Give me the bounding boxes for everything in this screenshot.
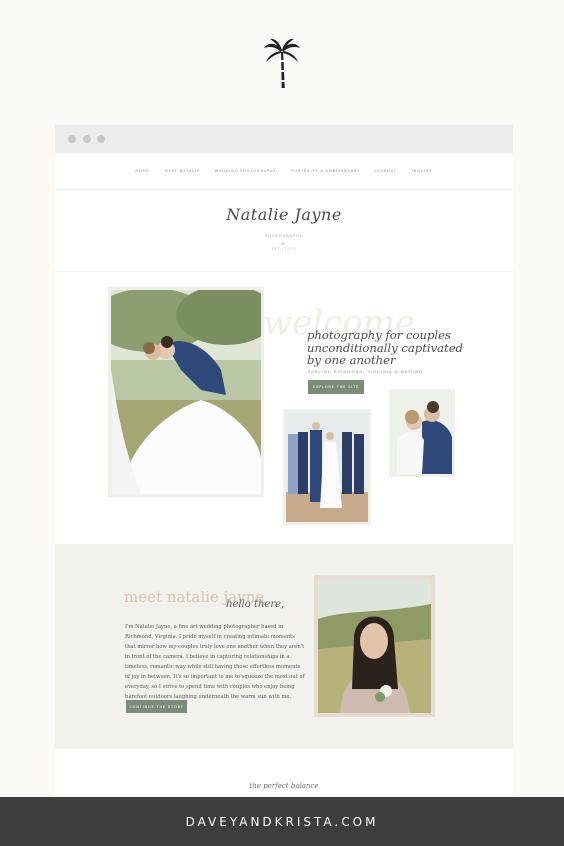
browser-chrome: [55, 125, 513, 153]
window-dot-icon: [83, 135, 91, 143]
window-dot-icon: [68, 135, 76, 143]
hero-photo-couple-dip: [108, 287, 264, 497]
about-script: hello there,: [226, 599, 285, 610]
hero-photo-couple-close: [389, 389, 455, 477]
continue-button[interactable]: CONTINUE THE STORY: [126, 700, 187, 713]
brand-est: EST. 2015: [271, 247, 297, 251]
nav-meet-natalie[interactable]: Meet Natalie: [165, 169, 200, 173]
hero-photo-ceremony: [283, 409, 371, 525]
window-dot-icon: [97, 135, 105, 143]
about-section: meet natalie jayne hello there, I'm Nata…: [55, 544, 513, 749]
footer-url[interactable]: DAVEYANDKRISTA.COM: [186, 815, 379, 829]
nav-wedding-photography[interactable]: Wedding Photography: [215, 169, 277, 173]
nav-journal[interactable]: Journal: [375, 169, 397, 173]
browser-mockup: Home Meet Natalie Wedding Photography Po…: [55, 125, 513, 797]
palm-tree-icon: [262, 36, 302, 90]
about-paragraph: I'm Natalie Jayne, a fine art wedding ph…: [125, 624, 305, 700]
brand-name[interactable]: Natalie Jayne: [55, 205, 513, 224]
about-portrait-photo: [314, 575, 435, 717]
nav-inquire[interactable]: Inquire: [412, 169, 433, 173]
explore-button[interactable]: EXPLORE THE SITE: [308, 380, 364, 394]
brand-sub: PHOTOGRAPHY: [265, 234, 303, 238]
site-nav: Home Meet Natalie Wedding Photography Po…: [55, 153, 513, 190]
footer-bar: DAVEYANDKRISTA.COM: [0, 797, 564, 846]
section-heading: the perfect balance: [249, 782, 319, 790]
hero-tagline: photography for couples unconditionally …: [307, 328, 463, 367]
nav-portraits[interactable]: Portraits & Anniversary: [291, 169, 360, 173]
site-brand: Natalie Jayne PHOTOGRAPHY & EST. 2015: [55, 189, 513, 272]
hero-serving: SERVING RICHMOND, VIRGINIA & BEYOND: [308, 369, 423, 374]
nav-home[interactable]: Home: [136, 169, 150, 173]
